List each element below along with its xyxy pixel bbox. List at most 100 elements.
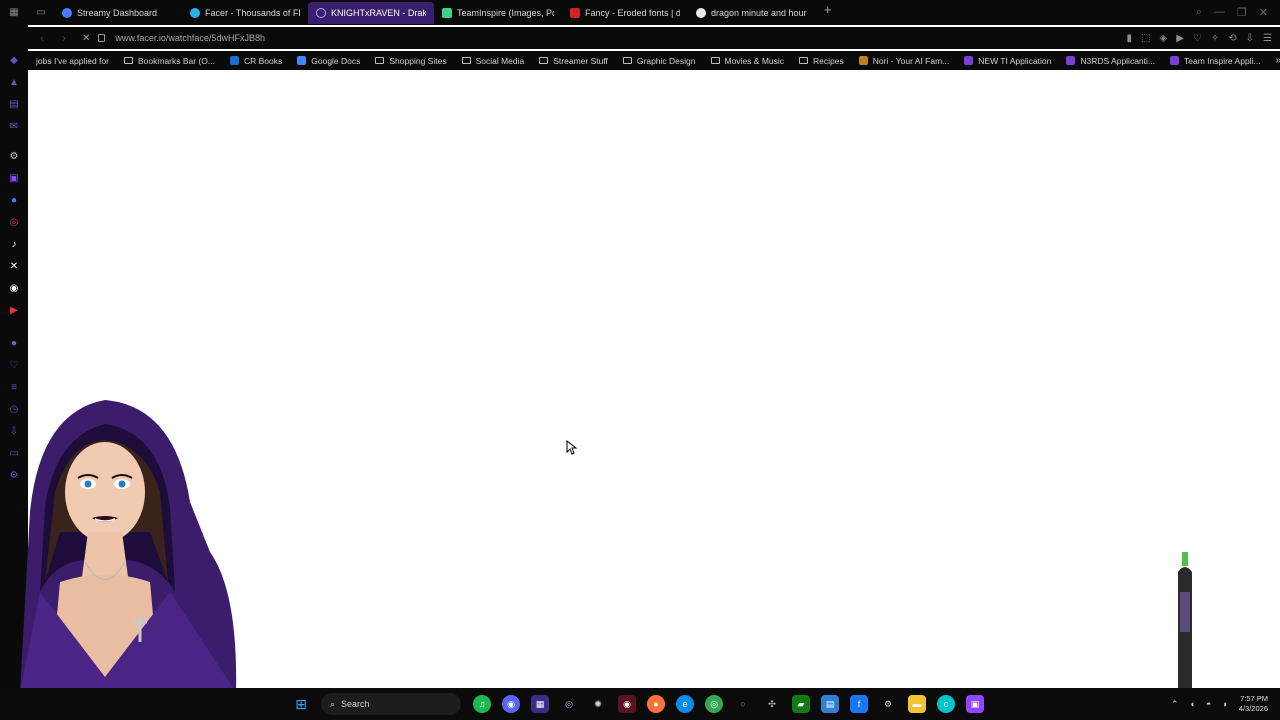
x-icon[interactable]: ✕	[8, 260, 20, 272]
folder-icon	[375, 57, 385, 64]
canva-icon[interactable]: c	[937, 695, 955, 713]
play-icon[interactable]: ▶	[1176, 33, 1184, 44]
bookmark-recipes[interactable]: Recipes	[799, 56, 844, 66]
notepad-icon[interactable]: ▤	[821, 695, 839, 713]
clock-time: 7:57 PM	[1240, 694, 1268, 703]
pin-icon[interactable]: ◆	[8, 54, 20, 66]
sync-icon[interactable]: ⟲	[1228, 33, 1236, 44]
tab-facer[interactable]: Facer - Thousands of FRE	[182, 2, 308, 24]
messenger-icon[interactable]: ●	[8, 194, 20, 206]
bookmark-label: Recipes	[813, 55, 844, 66]
extensions-icon[interactable]: ✧	[1211, 33, 1219, 44]
file-explorer-icon[interactable]: ▬	[908, 695, 926, 713]
discord-icon[interactable]: ◉	[8, 282, 20, 294]
bookmark-new-ti-application[interactable]: NEW TI Application	[964, 56, 1051, 66]
start-button[interactable]: ⊞	[292, 695, 310, 713]
speaker-icon[interactable]: ◖	[1189, 699, 1194, 709]
youtube-icon[interactable]: ▶	[8, 304, 20, 316]
bookmark-team-inspire-application[interactable]: Team Inspire Appli...	[1170, 56, 1261, 66]
bookmark-cr-books[interactable]: CR Books	[229, 55, 283, 66]
notes-icon[interactable]: ▤	[8, 98, 20, 110]
spotify-icon[interactable]: ♫	[473, 695, 491, 713]
bookmarks-icon[interactable]: ♡	[8, 359, 20, 371]
chrome-icon[interactable]: ◎	[705, 695, 723, 713]
tab-fancy-eroded-fonts[interactable]: Fancy - Eroded fonts | da	[562, 2, 688, 24]
cortana-icon[interactable]: ○	[734, 695, 752, 713]
tools-icon[interactable]: ✣	[763, 695, 781, 713]
bookmark-jobs[interactable]: jobs I've applied for	[36, 56, 109, 66]
mail-icon[interactable]: ✉	[8, 120, 20, 132]
discord-icon[interactable]: ◉	[502, 695, 520, 713]
tab-strip: ▦ ▭ Streamy Dashboard Facer - Thousands …	[0, 0, 1280, 25]
forward-icon[interactable]: ›	[56, 33, 72, 44]
bookmark-graphic-design[interactable]: Graphic Design	[622, 56, 696, 66]
clock-date: 4/3/2026	[1238, 704, 1268, 713]
bookmark-label: CR Books	[243, 55, 283, 66]
xbox-icon[interactable]: ▰	[792, 695, 810, 713]
bookmark-streamer-stuff[interactable]: Streamer Stuff	[539, 56, 608, 66]
google-docs-icon	[297, 56, 307, 65]
stop-loading-icon[interactable]: ✕	[82, 33, 90, 44]
tab-label: Streamy Dashboard	[77, 7, 158, 18]
spotify-icon[interactable]: ●	[8, 337, 20, 349]
tiktok-icon[interactable]: ♪	[8, 238, 20, 250]
bookmark-social-media[interactable]: Social Media	[461, 56, 524, 66]
address-field[interactable]: www.facer.io/watchface/5dwHFxJB8h	[98, 33, 265, 43]
twitch-icon[interactable]: ▣	[8, 172, 20, 184]
speed-dial-icon[interactable]: ▲	[8, 76, 20, 88]
bookmark-nori[interactable]: Nori - Your AI Fam...	[858, 55, 950, 66]
bookmark-movies-music[interactable]: Movies & Music	[710, 56, 784, 66]
bookmark-shopping-sites[interactable]: Shopping Sites	[375, 56, 447, 66]
facebook-icon[interactable]: f	[850, 695, 868, 713]
network-icon[interactable]: ◓	[1206, 699, 1211, 709]
bookmark-label: N3RDS Applicanti...	[1080, 55, 1155, 66]
bookmark-google-docs[interactable]: Google Docs	[297, 56, 360, 66]
bookmark-label: NEW TI Application	[978, 55, 1052, 66]
bookmark-page-icon[interactable]: ▮	[1127, 33, 1133, 44]
volume-icon[interactable]: ◗	[1222, 699, 1227, 709]
back-icon[interactable]: ‹	[34, 33, 50, 44]
streamer-avatar-overlay	[20, 400, 237, 692]
bookmarks-overflow-icon[interactable]: »	[1276, 55, 1280, 66]
form-icon	[964, 56, 974, 65]
download-icon[interactable]: ⇩	[1246, 33, 1254, 44]
steam-icon[interactable]: ⚙	[879, 695, 897, 713]
new-tab-button[interactable]: +	[824, 2, 832, 24]
shield-icon[interactable]: ◈	[1159, 33, 1167, 44]
dafont-favicon-icon	[570, 7, 580, 18]
instagram-icon[interactable]: ◎	[8, 216, 20, 228]
tab-streamy-dashboard[interactable]: Streamy Dashboard	[54, 2, 182, 24]
bookmark-label: Bookmarks Bar (O...	[137, 55, 215, 66]
bookmark-bookmarks-bar[interactable]: Bookmarks Bar (O...	[123, 55, 215, 66]
figurine-overlay	[1178, 552, 1192, 688]
edge-icon[interactable]: e	[676, 695, 694, 713]
taskbar-search[interactable]: ⌕ Search	[321, 693, 461, 715]
chevron-up-icon[interactable]: ⌃	[1171, 699, 1179, 710]
opera-gx-icon[interactable]: ◎	[560, 695, 578, 713]
vivaldi-icon[interactable]: ◉	[618, 695, 636, 713]
close-icon[interactable]: ✕	[1259, 6, 1268, 19]
chatgpt-icon[interactable]: ✺	[589, 695, 607, 713]
bookmark-label: Nori - Your AI Fam...	[872, 55, 950, 66]
tab-knightxraven[interactable]: KNIGHTxRAVEN - Draken	[308, 1, 434, 24]
heart-icon[interactable]: ♡	[1193, 33, 1202, 44]
window-menu-icon[interactable]: ▦	[7, 6, 21, 20]
maximize-icon[interactable]: ❐	[1237, 6, 1247, 19]
bookmark-n3rds-application[interactable]: N3RDS Applicanti...	[1066, 56, 1155, 66]
tab-label: KNIGHTxRAVEN - Draken	[331, 7, 426, 18]
screenshot-icon[interactable]: ⬚	[1141, 33, 1150, 44]
tab-teaminspire[interactable]: TeamInspire (Images, Po	[434, 2, 562, 24]
tab-list-icon[interactable]: ▭	[34, 6, 48, 20]
search-tabs-icon[interactable]: ⌕	[1196, 6, 1202, 19]
apps-grid-icon[interactable]: ▦	[531, 695, 549, 713]
screen: ▦ ▭ Streamy Dashboard Facer - Thousands …	[0, 0, 1280, 720]
twitch-icon[interactable]: ▣	[966, 695, 984, 713]
tab-dragon-minute[interactable]: dragon minute and hour h	[688, 2, 816, 24]
search-label: Search	[341, 699, 370, 709]
firefox-icon[interactable]: ●	[647, 695, 665, 713]
menu-icon[interactable]: ☰	[1263, 33, 1272, 44]
minimize-icon[interactable]: —	[1214, 6, 1225, 19]
tab-container: Streamy Dashboard Facer - Thousands of F…	[54, 1, 832, 24]
clock[interactable]: 7:57 PM 4/3/2026	[1239, 694, 1268, 714]
chatgpt-icon[interactable]: ⚙	[8, 150, 20, 162]
